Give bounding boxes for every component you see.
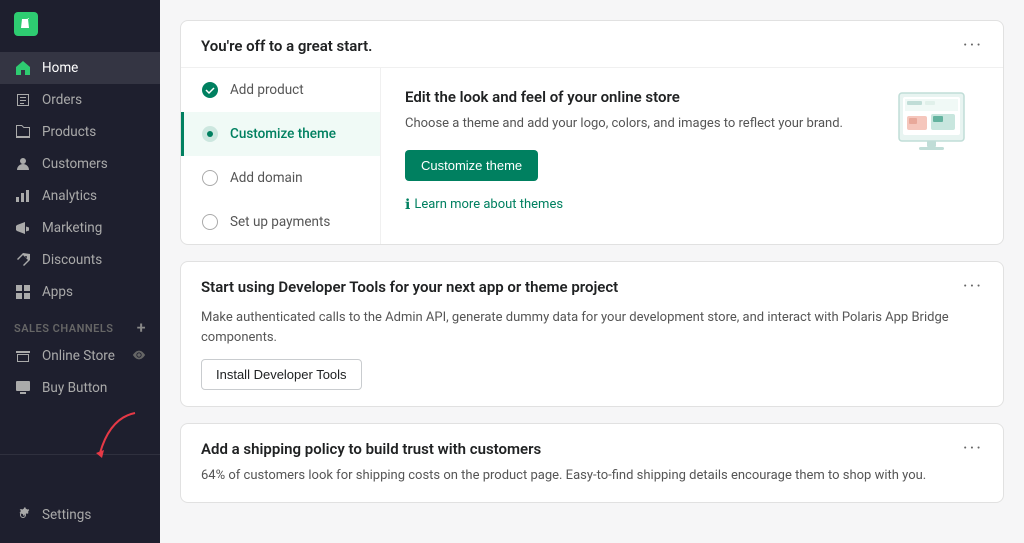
discounts-label: Discounts [42, 252, 102, 268]
customize-theme-button[interactable]: Customize theme [405, 150, 538, 181]
learn-more-link[interactable]: ℹ Learn more about themes [405, 197, 869, 213]
customize-theme-label: Customize theme [230, 126, 336, 142]
sidebar-item-buy-button[interactable]: Buy Button [0, 372, 160, 404]
dev-tools-body: Make authenticated calls to the Admin AP… [181, 296, 1003, 406]
eye-icon[interactable] [132, 348, 146, 365]
products-label: Products [42, 124, 96, 140]
online-store-icon [14, 347, 32, 365]
online-store-row: Online Store [14, 347, 146, 365]
check-circle-icon [200, 80, 220, 100]
dev-tools-desc: Make authenticated calls to the Admin AP… [201, 308, 983, 347]
settings-icon [14, 506, 32, 524]
add-domain-label: Add domain [230, 170, 303, 186]
sidebar-item-settings[interactable]: Settings [0, 499, 160, 531]
gs-step-add-product[interactable]: Add product [181, 68, 380, 112]
sidebar-item-customers[interactable]: Customers [0, 148, 160, 180]
getting-started-header: You're off to a great start. ··· [181, 21, 1003, 55]
add-product-label: Add product [230, 82, 304, 98]
info-icon: ℹ [405, 197, 410, 213]
gs-steps-container: Add product Customize theme [181, 67, 1003, 244]
online-store-left: Online Store [14, 347, 115, 365]
buy-button-icon [14, 379, 32, 397]
sidebar-item-apps[interactable]: Apps [0, 276, 160, 308]
customize-theme-step-icon [200, 124, 220, 144]
orders-label: Orders [42, 92, 82, 108]
install-dev-tools-button[interactable]: Install Developer Tools [201, 359, 362, 390]
customers-label: Customers [42, 156, 108, 172]
sidebar-logo [0, 0, 160, 48]
home-icon [14, 59, 32, 77]
sidebar-item-analytics[interactable]: Analytics [0, 180, 160, 212]
sidebar-footer: Settings [0, 454, 160, 543]
shipping-card-menu-button[interactable]: ··· [963, 440, 983, 458]
sidebar-item-orders[interactable]: Orders [0, 84, 160, 116]
add-channel-button[interactable]: + [137, 320, 146, 336]
set-up-payments-label: Set up payments [230, 214, 330, 230]
gs-steps-list: Add product Customize theme [181, 68, 381, 244]
shipping-policy-card: Add a shipping policy to build trust wit… [180, 423, 1004, 503]
shipping-card-body: 64% of customers look for shipping costs… [181, 458, 1003, 502]
sidebar-navigation: Home Orders Products Customers Analytics [0, 48, 160, 454]
gs-content-area: Edit the look and feel of your online st… [381, 68, 1003, 244]
buy-button-label: Buy Button [42, 380, 107, 396]
dev-tools-title: Start using Developer Tools for your nex… [201, 278, 618, 296]
sidebar-item-products[interactable]: Products [0, 116, 160, 148]
dev-tools-header: Start using Developer Tools for your nex… [181, 262, 1003, 296]
discounts-icon [14, 251, 32, 269]
marketing-label: Marketing [42, 220, 102, 236]
sales-channels-label: SALES CHANNELS + [0, 308, 160, 340]
shipping-card-title: Add a shipping policy to build trust wit… [201, 440, 541, 458]
analytics-label: Analytics [42, 188, 97, 204]
gs-step-customize-theme[interactable]: Customize theme [181, 112, 380, 156]
main-content: You're off to a great start. ··· Add pro… [160, 0, 1024, 543]
marketing-icon [14, 219, 32, 237]
sidebar-item-home[interactable]: Home [0, 52, 160, 84]
gs-step-add-domain[interactable]: Add domain [181, 156, 380, 200]
dev-tools-menu-button[interactable]: ··· [963, 278, 983, 296]
gs-content-title: Edit the look and feel of your online st… [405, 88, 869, 106]
settings-label: Settings [42, 507, 91, 523]
gs-step-set-up-payments[interactable]: Set up payments [181, 200, 380, 244]
gs-text-area: Edit the look and feel of your online st… [405, 88, 869, 224]
sidebar-item-online-store[interactable]: Online Store [0, 340, 160, 372]
gs-content-desc: Choose a theme and add your logo, colors… [405, 114, 869, 134]
arrow-annotation [80, 408, 150, 468]
home-label: Home [42, 60, 78, 76]
getting-started-title: You're off to a great start. [201, 37, 372, 55]
orders-icon [14, 91, 32, 109]
shipping-card-header: Add a shipping policy to build trust wit… [181, 424, 1003, 458]
customers-icon [14, 155, 32, 173]
add-domain-step-icon [200, 168, 220, 188]
set-up-payments-step-icon [200, 212, 220, 232]
online-store-label: Online Store [42, 348, 115, 364]
getting-started-card: You're off to a great start. ··· Add pro… [180, 20, 1004, 245]
apps-icon [14, 283, 32, 301]
getting-started-menu-button[interactable]: ··· [963, 37, 983, 55]
sidebar-item-discounts[interactable]: Discounts [0, 244, 160, 276]
shipping-card-desc: 64% of customers look for shipping costs… [201, 466, 983, 486]
sidebar-item-marketing[interactable]: Marketing [0, 212, 160, 244]
theme-illustration [889, 88, 979, 168]
sidebar: Home Orders Products Customers Analytics [0, 0, 160, 543]
shopify-logo-icon [14, 12, 38, 36]
apps-label: Apps [42, 284, 73, 300]
dev-tools-card: Start using Developer Tools for your nex… [180, 261, 1004, 407]
products-icon [14, 123, 32, 141]
analytics-icon [14, 187, 32, 205]
